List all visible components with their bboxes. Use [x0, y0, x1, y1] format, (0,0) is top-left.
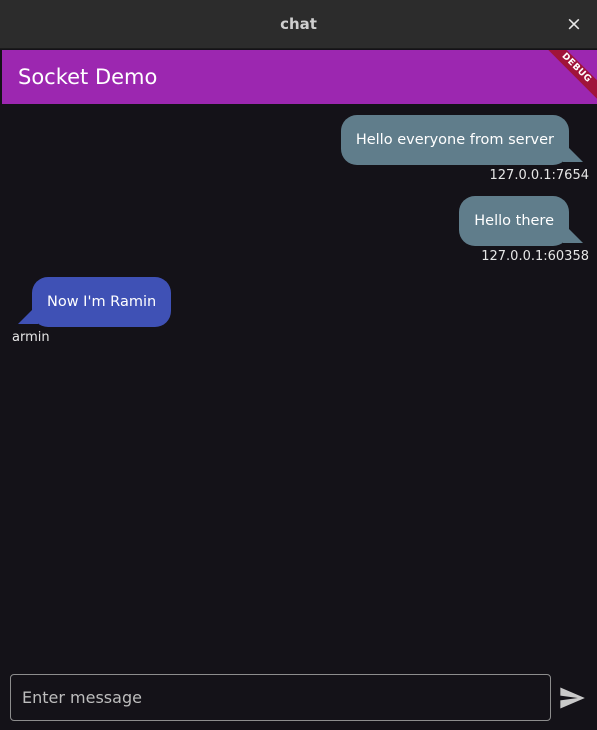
message-text: Hello everyone from server — [355, 132, 554, 148]
message-input-box — [10, 674, 551, 721]
message-bubble: Hello everyone from server — [340, 115, 569, 165]
message-composer — [0, 664, 597, 730]
window-titlebar: chat × — [0, 0, 597, 49]
bubble-tail — [563, 223, 583, 243]
message-input[interactable] — [11, 675, 550, 720]
bubble-tail — [18, 304, 38, 324]
message-text: Now I'm Ramin — [47, 294, 157, 310]
send-button[interactable] — [558, 684, 586, 712]
message-list: Hello everyone from server 127.0.0.1:765… — [0, 104, 597, 664]
bubble-tail — [563, 142, 583, 162]
message-text: Hello there — [474, 213, 554, 229]
message-item: Now I'm Ramin armin — [0, 266, 597, 347]
send-icon — [560, 687, 585, 709]
message-sender: 127.0.0.1:7654 — [489, 168, 590, 183]
chat-window: chat × Socket Demo DEBUG Hello everyone … — [0, 0, 597, 730]
window-title: chat — [280, 15, 317, 33]
app-title: Socket Demo — [18, 65, 158, 89]
message-bubble: Now I'm Ramin — [32, 277, 172, 327]
debug-banner: DEBUG — [540, 50, 597, 104]
message-item: Hello there 127.0.0.1:60358 — [0, 185, 597, 266]
close-icon[interactable]: × — [564, 14, 584, 34]
message-bubble: Hello there — [459, 196, 569, 246]
message-sender: 127.0.0.1:60358 — [481, 249, 589, 264]
message-item: Hello everyone from server 127.0.0.1:765… — [0, 104, 597, 185]
message-sender: armin — [12, 330, 50, 345]
app-bar: Socket Demo DEBUG — [2, 50, 597, 104]
